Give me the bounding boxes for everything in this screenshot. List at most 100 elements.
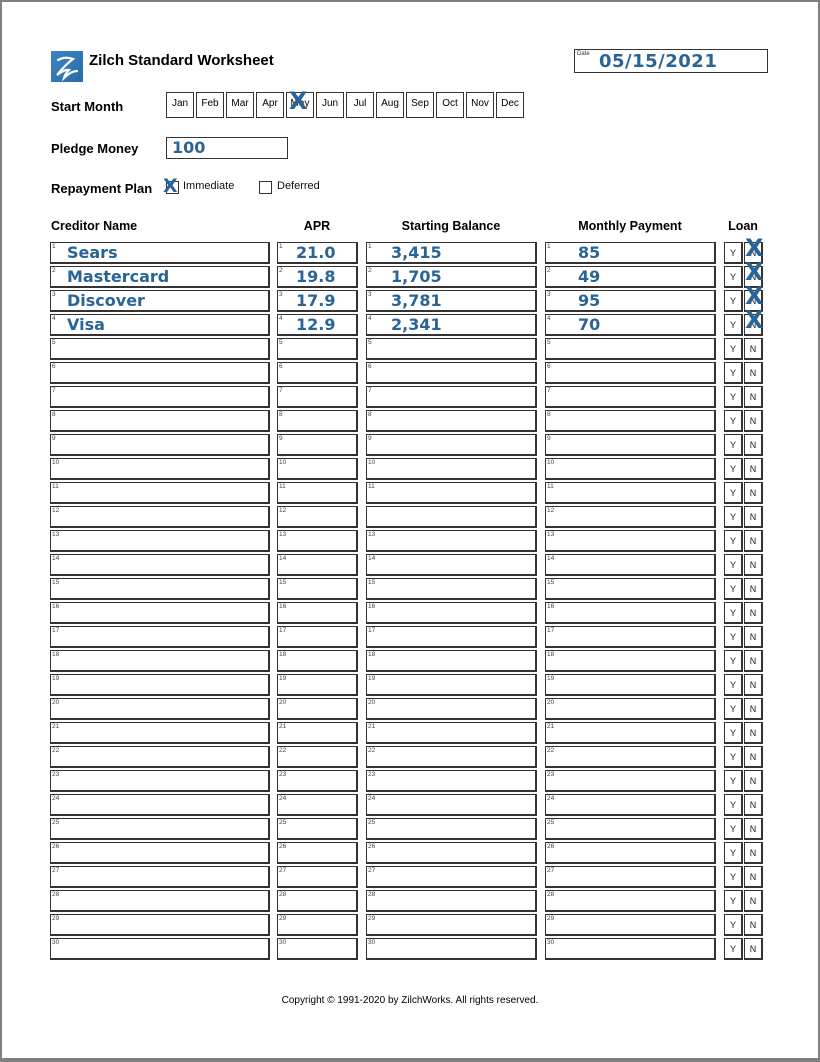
loan-yes-box[interactable]: Y (724, 434, 743, 456)
creditor-name-field[interactable]: 26 (50, 842, 270, 864)
creditor-name-field[interactable]: 5 (50, 338, 270, 360)
starting-balance-field[interactable]: 19 (366, 674, 537, 696)
loan-no-box[interactable]: N (744, 434, 763, 456)
creditor-name-field[interactable]: 22 (50, 746, 270, 768)
starting-balance-field[interactable]: 20 (366, 698, 537, 720)
loan-yes-box[interactable]: Y (724, 410, 743, 432)
apr-field[interactable]: 29 (277, 914, 358, 936)
loan-yes-box[interactable]: Y (724, 338, 743, 360)
loan-no-box[interactable]: N (744, 338, 763, 360)
monthly-payment-field[interactable]: 11 (545, 482, 716, 504)
loan-no-box[interactable]: N (744, 914, 763, 936)
creditor-name-field[interactable]: 28 (50, 890, 270, 912)
monthly-payment-field[interactable]: 16 (545, 602, 716, 624)
creditor-name-field[interactable]: 3 Discover (50, 290, 270, 312)
apr-field[interactable]: 27 (277, 866, 358, 888)
monthly-payment-field[interactable]: 19 (545, 674, 716, 696)
loan-yes-box[interactable]: Y (724, 746, 743, 768)
loan-no-box[interactable]: N (744, 530, 763, 552)
repayment-option-immediate[interactable]: X (163, 175, 179, 199)
apr-field[interactable]: 6 (277, 362, 358, 384)
month-jan[interactable]: Jan (166, 92, 194, 118)
pledge-money-field[interactable]: 100 (166, 137, 288, 159)
loan-no-box[interactable]: N (744, 866, 763, 888)
creditor-name-field[interactable]: 24 (50, 794, 270, 816)
month-jul[interactable]: Jul (346, 92, 374, 118)
apr-field[interactable]: 22 (277, 746, 358, 768)
monthly-payment-field[interactable]: 20 (545, 698, 716, 720)
apr-field[interactable]: 23 (277, 770, 358, 792)
apr-field[interactable]: 21 (277, 722, 358, 744)
creditor-name-field[interactable]: 29 (50, 914, 270, 936)
apr-field[interactable]: 20 (277, 698, 358, 720)
apr-field[interactable]: 16 (277, 602, 358, 624)
starting-balance-field[interactable]: 10 (366, 458, 537, 480)
monthly-payment-field[interactable]: 8 (545, 410, 716, 432)
loan-yes-box[interactable]: Y (724, 626, 743, 648)
loan-no-box[interactable]: N (744, 842, 763, 864)
starting-balance-field[interactable]: 17 (366, 626, 537, 648)
starting-balance-field[interactable]: 2 1,705 (366, 266, 537, 288)
loan-no-box[interactable]: N (744, 362, 763, 384)
monthly-payment-field[interactable]: 9 (545, 434, 716, 456)
starting-balance-field[interactable]: 9 (366, 434, 537, 456)
monthly-payment-field[interactable]: 23 (545, 770, 716, 792)
month-oct[interactable]: Oct (436, 92, 464, 118)
apr-field[interactable]: 9 (277, 434, 358, 456)
loan-no-box[interactable]: N (744, 746, 763, 768)
loan-yes-box[interactable]: Y (724, 506, 743, 528)
creditor-name-field[interactable]: 8 (50, 410, 270, 432)
creditor-name-field[interactable]: 1 Sears (50, 242, 270, 264)
starting-balance-field[interactable]: 7 (366, 386, 537, 408)
monthly-payment-field[interactable]: 2 49 (545, 266, 716, 288)
starting-balance-field[interactable]: 29 (366, 914, 537, 936)
monthly-payment-field[interactable]: 24 (545, 794, 716, 816)
month-feb[interactable]: Feb (196, 92, 224, 118)
monthly-payment-field[interactable]: 27 (545, 866, 716, 888)
loan-no-box[interactable]: N (744, 818, 763, 840)
creditor-name-field[interactable]: 27 (50, 866, 270, 888)
apr-field[interactable]: 4 12.9 (277, 314, 358, 336)
apr-field[interactable]: 12 (277, 506, 358, 528)
loan-yes-box[interactable]: Y (724, 794, 743, 816)
creditor-name-field[interactable]: 20 (50, 698, 270, 720)
loan-yes-box[interactable]: Y (724, 458, 743, 480)
monthly-payment-field[interactable]: 30 (545, 938, 716, 960)
creditor-name-field[interactable]: 14 (50, 554, 270, 576)
starting-balance-field[interactable]: 4 2,341 (366, 314, 537, 336)
loan-yes-box[interactable]: Y (724, 818, 743, 840)
creditor-name-field[interactable]: 21 (50, 722, 270, 744)
creditor-name-field[interactable]: 18 (50, 650, 270, 672)
apr-field[interactable]: 10 (277, 458, 358, 480)
loan-yes-box[interactable]: Y (724, 842, 743, 864)
loan-yes-box[interactable]: Y (724, 698, 743, 720)
starting-balance-field[interactable]: 21 (366, 722, 537, 744)
monthly-payment-field[interactable]: 17 (545, 626, 716, 648)
apr-field[interactable]: 19 (277, 674, 358, 696)
creditor-name-field[interactable]: 17 (50, 626, 270, 648)
monthly-payment-field[interactable]: 14 (545, 554, 716, 576)
creditor-name-field[interactable]: 2 Mastercard (50, 266, 270, 288)
monthly-payment-field[interactable]: 10 (545, 458, 716, 480)
loan-no-box[interactable]: N (744, 482, 763, 504)
month-apr[interactable]: Apr (256, 92, 284, 118)
month-mar[interactable]: Mar (226, 92, 254, 118)
starting-balance-field[interactable]: 30 (366, 938, 537, 960)
starting-balance-field[interactable]: 22 (366, 746, 537, 768)
month-aug[interactable]: Aug (376, 92, 404, 118)
monthly-payment-field[interactable]: 21 (545, 722, 716, 744)
monthly-payment-field[interactable]: 13 (545, 530, 716, 552)
apr-field[interactable]: 14 (277, 554, 358, 576)
creditor-name-field[interactable]: 11 (50, 482, 270, 504)
loan-no-box[interactable]: N (744, 578, 763, 600)
deferred-checkbox[interactable] (259, 181, 272, 194)
loan-yes-box[interactable]: Y (724, 362, 743, 384)
apr-field[interactable]: 26 (277, 842, 358, 864)
loan-no-box[interactable]: N (744, 386, 763, 408)
loan-no-box[interactable]: N (744, 410, 763, 432)
loan-no-box[interactable]: N (744, 698, 763, 720)
loan-no-box[interactable]: N (744, 458, 763, 480)
monthly-payment-field[interactable]: 6 (545, 362, 716, 384)
starting-balance-field[interactable]: 28 (366, 890, 537, 912)
apr-field[interactable]: 24 (277, 794, 358, 816)
